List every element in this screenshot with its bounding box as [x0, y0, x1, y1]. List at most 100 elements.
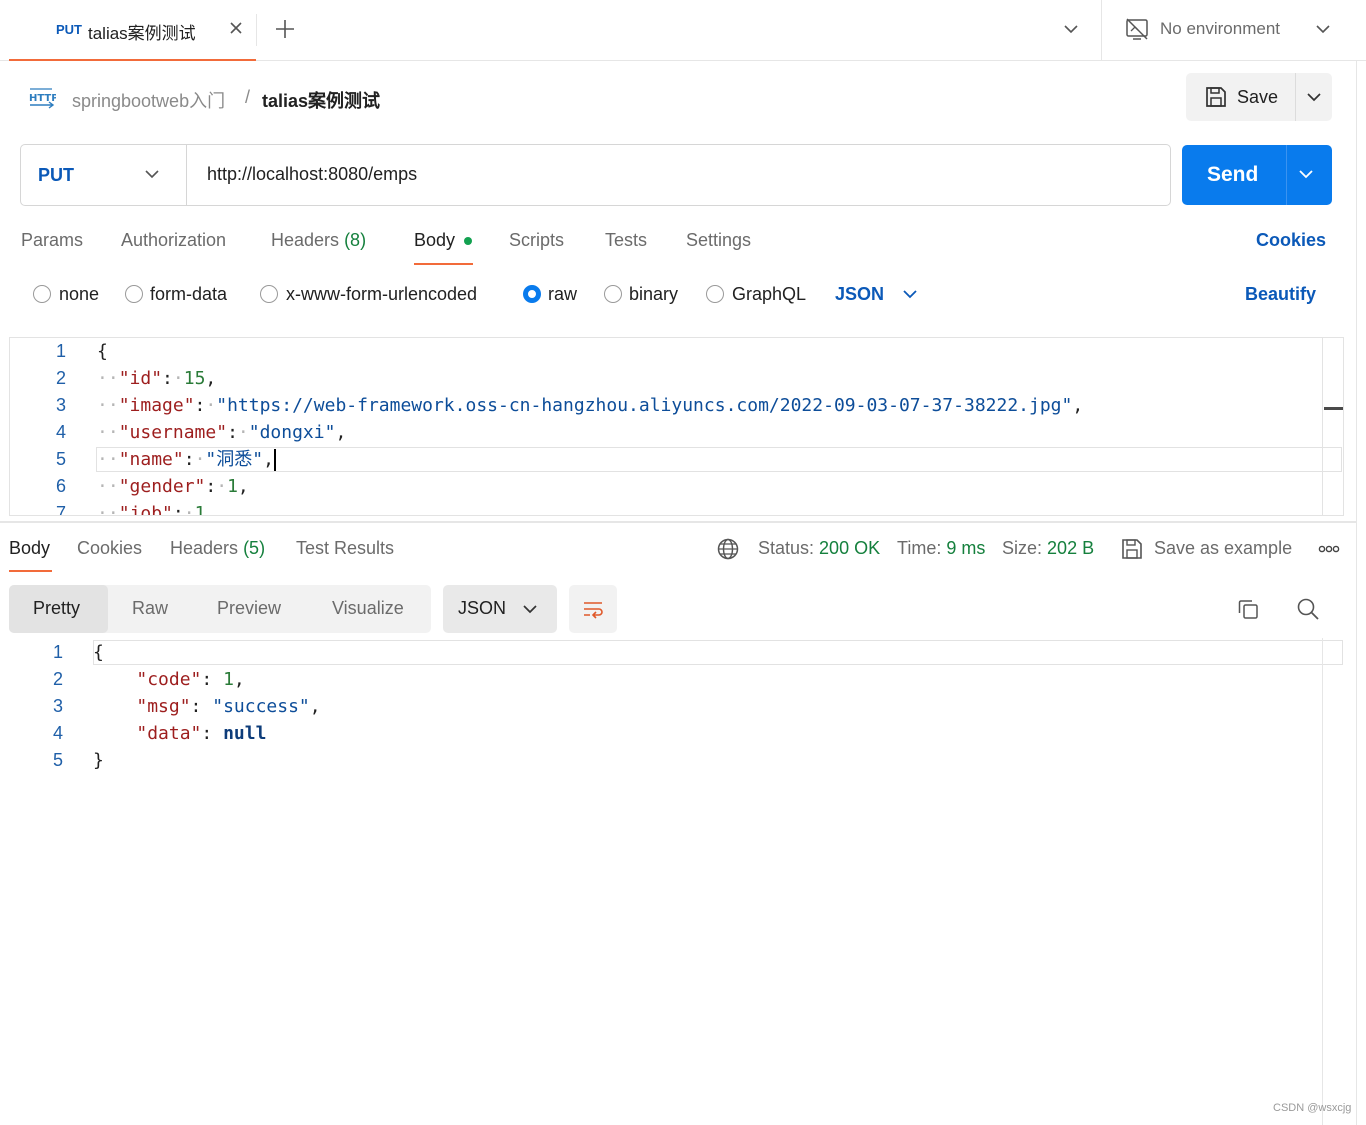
response-tab-cookies[interactable]: Cookies — [77, 538, 142, 559]
response-body-viewer[interactable]: 1{2 "code": 1, 3 "msg": "success", 4 "data… — [0, 638, 1356, 1125]
code-line: 2 ··"id":·15, — [10, 365, 1322, 392]
chevron-down-icon[interactable] — [1314, 20, 1332, 38]
code-token-punc: : — [190, 696, 213, 717]
beautify-link[interactable]: Beautify — [1245, 284, 1316, 305]
code-token-punc: { — [93, 642, 104, 663]
response-size[interactable]: Size: 202 B — [1002, 538, 1094, 559]
code-token-punc: : — [201, 669, 224, 690]
save-button-group: Save — [1186, 73, 1332, 121]
radio-none[interactable] — [33, 285, 51, 303]
code-text: ··"id":·15, — [97, 365, 216, 392]
code-token-key: "id" — [118, 368, 163, 389]
url-input[interactable]: http://localhost:8080/emps — [207, 164, 417, 185]
scrollbar-thumb[interactable] — [1324, 407, 1343, 410]
plus-icon[interactable] — [274, 18, 296, 40]
more-icon[interactable] — [1318, 545, 1340, 553]
save-as-example-button[interactable]: Save as example — [1154, 538, 1292, 559]
send-button[interactable]: Send — [1207, 163, 1258, 187]
radio-graphql[interactable] — [706, 285, 724, 303]
code-token-ws: · — [194, 449, 206, 470]
wrap-lines-button[interactable] — [569, 585, 617, 633]
code-token-punc: , — [233, 669, 245, 690]
radio-binary[interactable] — [604, 285, 622, 303]
code-token-str: "https://web-framework.oss-cn-hangzhou.a… — [216, 395, 1073, 416]
tab-tests[interactable]: Tests — [605, 230, 647, 251]
radio-urlencoded[interactable] — [260, 285, 278, 303]
tab-body[interactable]: Body — [414, 230, 455, 251]
view-raw-button[interactable]: Raw — [132, 598, 168, 619]
line-number: 6 — [55, 476, 66, 496]
active-tab-underline — [414, 263, 473, 265]
breadcrumb-collection[interactable]: springbootweb入门 — [72, 87, 225, 113]
tab-params[interactable]: Params — [21, 230, 83, 251]
code-token-ws — [93, 723, 136, 744]
code-token-key: "username" — [118, 422, 228, 443]
tab-divider — [256, 14, 257, 46]
radio-none-label[interactable]: none — [59, 284, 99, 305]
close-icon[interactable] — [228, 20, 244, 36]
no-environment-icon — [1125, 17, 1149, 41]
radio-urlencoded-label[interactable]: x-www-form-urlencoded — [286, 284, 477, 305]
save-button[interactable]: Save — [1186, 73, 1295, 121]
save-split-divider — [1295, 73, 1296, 121]
response-status[interactable]: Status: 200 OK — [758, 538, 880, 559]
response-tab-headers[interactable]: Headers (5) — [170, 538, 265, 559]
request-body-editor[interactable]: 1{2 ··"id":·15, 3 ··"image":·"https://web-f… — [9, 337, 1344, 516]
chevron-down-icon[interactable] — [1305, 88, 1323, 106]
line-number: 2 — [55, 368, 66, 388]
code-token-str: "洞悉" — [205, 449, 264, 470]
save-icon[interactable] — [1120, 537, 1144, 561]
tab-scripts[interactable]: Scripts — [509, 230, 564, 251]
tab-settings[interactable]: Settings — [686, 230, 751, 251]
code-text: ··"name":·"洞悉", — [97, 446, 276, 473]
watermark: CSDN @wsxcjg — [1273, 1102, 1352, 1114]
size-value: 202 B — [1047, 538, 1095, 558]
active-tab-underline — [9, 570, 52, 572]
radio-raw-label[interactable]: raw — [548, 284, 577, 305]
tab-authorization[interactable]: Authorization — [121, 230, 226, 251]
response-tab-test-results[interactable]: Test Results — [296, 538, 394, 559]
response-tab-body[interactable]: Body — [9, 538, 50, 559]
code-token-punc: } — [93, 750, 104, 771]
chevron-down-icon[interactable] — [1062, 20, 1080, 38]
chevron-down-icon[interactable] — [1297, 165, 1315, 183]
http-icon: HTTP — [28, 86, 56, 110]
view-visualize-button[interactable]: Visualize — [332, 598, 404, 619]
environment-select[interactable]: No environment — [1160, 19, 1280, 39]
code-token-ws: ·· — [97, 395, 119, 416]
code-line: 1{ — [10, 338, 1322, 365]
code-token-num: 1 — [227, 476, 238, 497]
editor-scrollbar[interactable] — [1322, 638, 1323, 1125]
radio-form-data[interactable] — [125, 285, 143, 303]
save-icon — [1204, 85, 1228, 109]
response-time[interactable]: Time: 9 ms — [897, 538, 985, 559]
view-preview-button[interactable]: Preview — [217, 598, 281, 619]
code-token-num: 1 — [194, 503, 206, 516]
method-select[interactable]: PUT — [21, 145, 187, 205]
code-token-ws: ·· — [97, 503, 119, 516]
code-token-num: 1 — [223, 669, 234, 690]
code-token-punc: { — [97, 341, 108, 362]
response-format-select[interactable]: JSON — [443, 585, 557, 633]
search-icon[interactable] — [1296, 597, 1320, 621]
chevron-down-icon[interactable] — [902, 286, 918, 302]
tab-headers[interactable]: Headers (8) — [271, 230, 366, 251]
code-text: "msg": "success", — [93, 693, 320, 720]
breadcrumb-request-name[interactable]: talias案例测试 — [262, 87, 380, 113]
cookies-link[interactable]: Cookies — [1256, 230, 1326, 251]
code-token-key: "gender" — [118, 476, 206, 497]
code-token-punc: : — [227, 422, 238, 443]
editor-scrollbar[interactable] — [1322, 338, 1323, 515]
radio-raw[interactable] — [523, 285, 541, 303]
response-pane-divider[interactable] — [0, 521, 1356, 523]
radio-graphql-label[interactable]: GraphQL — [732, 284, 806, 305]
globe-icon[interactable] — [716, 537, 740, 561]
copy-icon[interactable] — [1236, 597, 1260, 621]
view-pretty-button[interactable]: Pretty — [9, 585, 108, 633]
body-language-select[interactable]: JSON — [835, 284, 884, 305]
tab-method-badge: PUT — [56, 22, 82, 37]
radio-binary-label[interactable]: binary — [629, 284, 678, 305]
code-token-str: "dongxi" — [248, 422, 336, 443]
code-token-ws — [93, 696, 136, 717]
radio-form-data-label[interactable]: form-data — [150, 284, 227, 305]
